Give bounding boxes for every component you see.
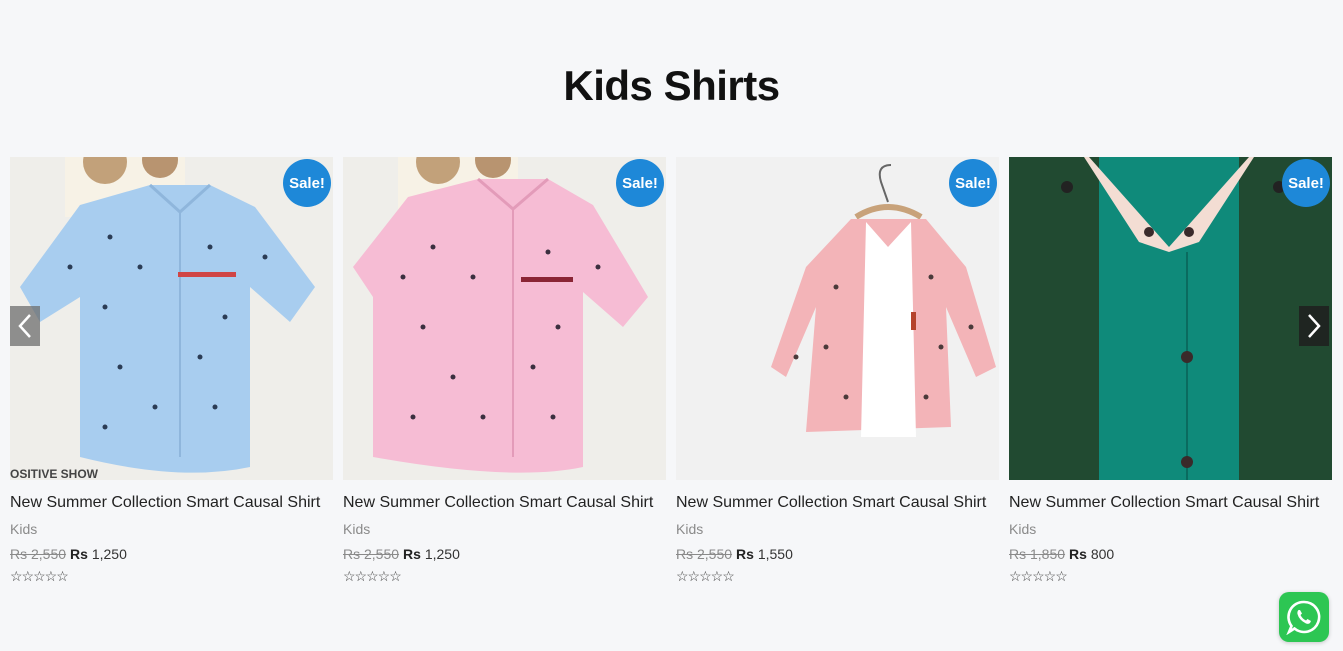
product-category[interactable]: Kids <box>1009 521 1332 537</box>
sale-badge: Sale! <box>1282 159 1330 207</box>
old-price: Rs 2,550 <box>676 546 733 562</box>
new-price: 1,550 <box>757 546 793 562</box>
old-price: Rs 1,850 <box>1009 546 1066 562</box>
product-category[interactable]: Kids <box>10 521 333 537</box>
carousel-next-button[interactable] <box>1299 306 1329 346</box>
product-title[interactable]: New Summer Collection Smart Causal Shirt <box>676 494 999 512</box>
product-price: Rs 2,550 Rs 1,550 <box>676 546 999 562</box>
star-rating: ☆☆☆☆☆ <box>10 568 69 584</box>
product-card[interactable]: Sale! New Summer Collection Smart Causal… <box>343 157 666 585</box>
whatsapp-icon <box>1286 600 1321 635</box>
old-price: Rs 2,550 <box>10 546 67 562</box>
product-carousel: OSITIVE SHOW Sale! New Summer Collection… <box>10 157 1333 597</box>
product-price: Rs 2,550 Rs 1,250 <box>343 546 666 562</box>
star-rating: ☆☆☆☆☆ <box>343 568 402 584</box>
new-price: 800 <box>1090 546 1115 562</box>
currency: Rs <box>403 546 421 562</box>
sale-badge: Sale! <box>949 159 997 207</box>
sale-badge: Sale! <box>283 159 331 207</box>
product-title[interactable]: New Summer Collection Smart Causal Shirt <box>343 494 666 512</box>
product-price: Rs 1,850 Rs 800 <box>1009 546 1332 562</box>
product-title[interactable]: New Summer Collection Smart Causal Shirt <box>10 494 333 512</box>
product-image[interactable]: Sale! <box>343 157 666 480</box>
product-title[interactable]: New Summer Collection Smart Causal Shirt <box>1009 494 1332 512</box>
product-price: Rs 2,550 Rs 1,250 <box>10 546 333 562</box>
image-caption: OSITIVE SHOW <box>10 467 99 480</box>
product-image[interactable]: OSITIVE SHOW Sale! <box>10 157 333 480</box>
product-category[interactable]: Kids <box>343 521 666 537</box>
product-card[interactable]: Sale! New Summer Collection Smart Causal… <box>1009 157 1332 585</box>
currency: Rs <box>70 546 88 562</box>
currency: Rs <box>736 546 754 562</box>
section-title: Kids Shirts <box>563 62 780 109</box>
product-card[interactable]: Sale! New Summer Collection Smart Causal… <box>676 157 999 585</box>
star-rating: ☆☆☆☆☆ <box>1009 568 1068 584</box>
sale-badge: Sale! <box>616 159 664 207</box>
chevron-right-icon <box>1308 314 1321 338</box>
old-price: Rs 2,550 <box>343 546 400 562</box>
new-price: 1,250 <box>91 546 127 562</box>
product-image[interactable]: Sale! <box>676 157 999 480</box>
currency: Rs <box>1069 546 1087 562</box>
product-category[interactable]: Kids <box>676 521 999 537</box>
star-rating: ☆☆☆☆☆ <box>676 568 735 584</box>
product-image[interactable]: Sale! <box>1009 157 1332 480</box>
chevron-left-icon <box>18 314 31 338</box>
product-card[interactable]: OSITIVE SHOW Sale! New Summer Collection… <box>10 157 333 585</box>
new-price: 1,250 <box>424 546 460 562</box>
whatsapp-chat-button[interactable] <box>1279 592 1329 642</box>
carousel-prev-button[interactable] <box>10 306 40 346</box>
